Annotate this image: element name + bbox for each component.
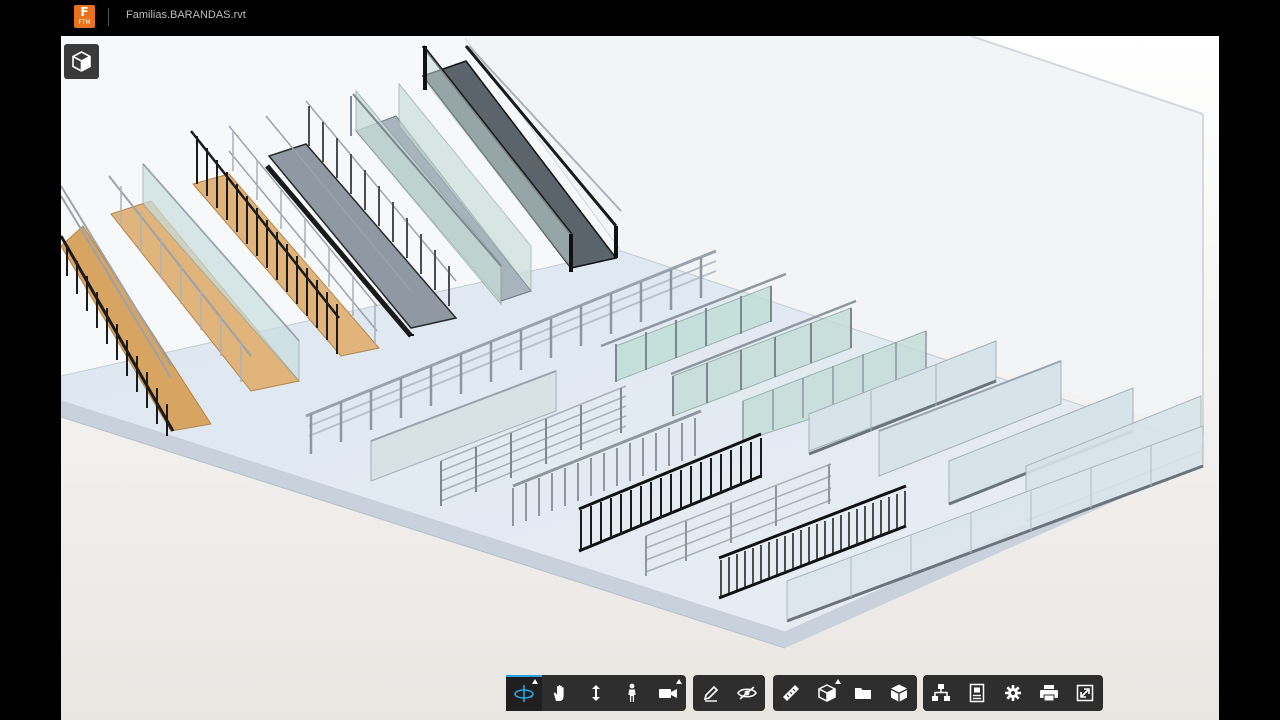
visibility-button[interactable] [729,675,765,711]
measure-button[interactable] [773,675,809,711]
logo-letter: F [80,5,89,19]
person-icon [628,683,636,702]
pencil-icon [703,685,719,702]
orbit-icon [514,685,534,702]
file-title: Familias.BARANDAS.rvt [126,9,246,21]
flyout-indicator [676,679,682,684]
viewcube-icon [72,51,91,72]
markup-button[interactable] [693,675,729,711]
orbit-button[interactable] [506,675,542,711]
section-button[interactable] [809,675,845,711]
camera-icon [659,689,677,698]
app-logo-icon: F FTM [74,5,95,28]
toolbar-settings [923,675,1103,711]
printer-icon [1040,685,1058,702]
model-browser-button[interactable] [923,675,959,711]
hand-icon [553,685,564,701]
ruler-icon [783,685,799,701]
fullscreen-icon [1076,684,1094,702]
print-button[interactable] [1031,675,1067,711]
title-bar: F FTM Familias.BARANDAS.rvt [0,0,1280,35]
toolbar-markup [693,675,765,711]
hierarchy-icon [932,684,950,701]
section-box-icon [818,684,836,702]
fullscreen-button[interactable] [1067,675,1103,711]
logo-sub: FTM [78,19,91,26]
gear-icon [1005,685,1021,701]
model-scene[interactable] [61,36,1219,720]
up-down-arrow-icon [592,685,600,701]
cube-icon [891,684,907,702]
properties-icon [969,683,985,703]
folder-icon [855,688,871,699]
toolbar-tools [773,675,917,711]
3d-viewport[interactable] [61,36,1219,720]
flyout-indicator [835,679,841,684]
divider [108,8,109,26]
flyout-indicator [532,679,538,684]
settings-button[interactable] [995,675,1031,711]
toolbar-navigation [506,675,686,711]
viewcube-button[interactable] [64,44,99,79]
explode-button[interactable] [845,675,881,711]
eye-slash-icon [737,686,757,700]
first-person-button[interactable] [614,675,650,711]
model-button[interactable] [881,675,917,711]
zoom-button[interactable] [578,675,614,711]
properties-button[interactable] [959,675,995,711]
pan-button[interactable] [542,675,578,711]
camera-button[interactable] [650,675,686,711]
